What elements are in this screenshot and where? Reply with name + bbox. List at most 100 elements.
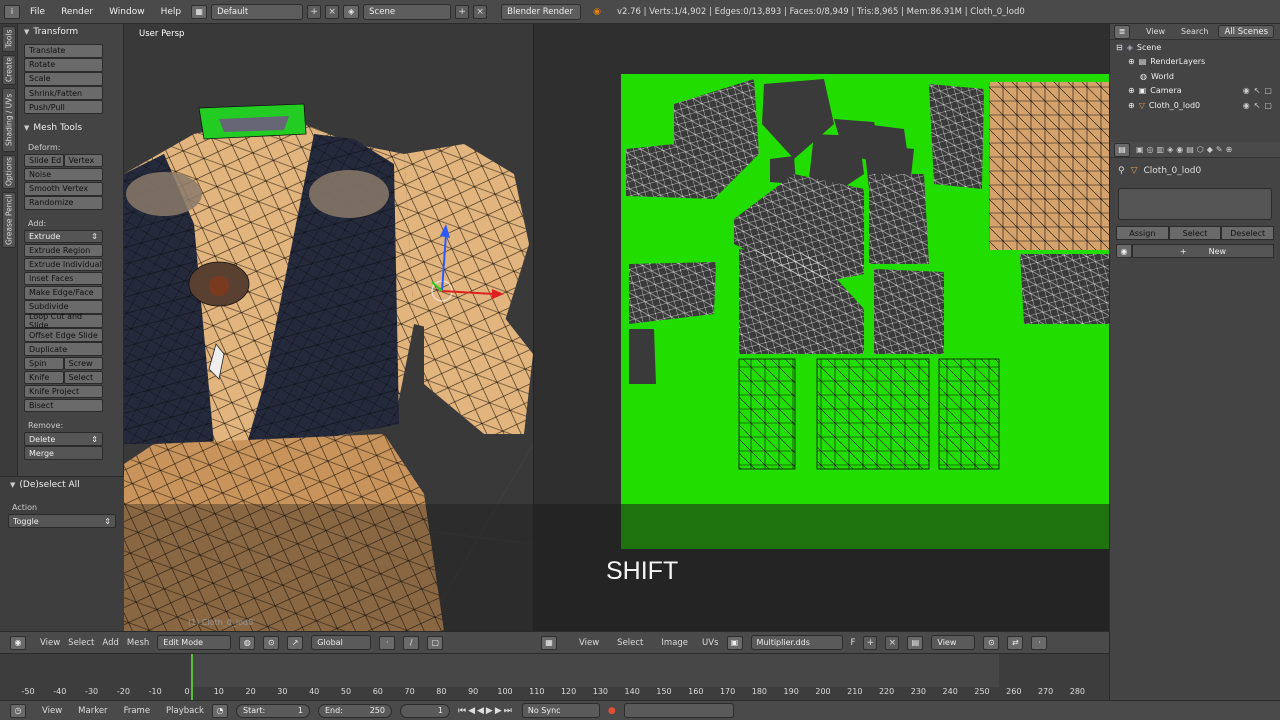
render-engine-dropdown[interactable]: Blender Render (501, 3, 582, 20)
record-icon[interactable]: ● (608, 706, 616, 716)
new-image-button[interactable]: + (863, 635, 878, 650)
uv-image-menu[interactable]: Image (661, 638, 688, 648)
make-edge-face-button[interactable]: Make Edge/Face (24, 286, 103, 300)
outliner-item-scene[interactable]: ⊟ ◈ Scene (1110, 40, 1280, 55)
action-dropdown[interactable]: Toggle ⇕ (8, 514, 116, 528)
viewport-editor-icon[interactable]: ◉ (10, 635, 26, 650)
outliner-view-menu[interactable]: View (1146, 27, 1165, 36)
transform-panel-header[interactable]: ▼ Transform (18, 24, 123, 40)
remove-layout-button[interactable]: × (325, 4, 340, 19)
rotate-button[interactable]: Rotate (24, 58, 103, 72)
scene-dropdown[interactable]: Scene (363, 3, 452, 20)
mode-dropdown[interactable]: Edit Mode (157, 635, 232, 650)
merge-dropdown[interactable]: Merge (24, 446, 103, 460)
scale-button[interactable]: Scale (24, 72, 103, 86)
sync-selection-icon[interactable]: ⇄ (1007, 635, 1024, 650)
expand-icon[interactable]: ⊕ (1128, 86, 1135, 95)
bisect-button[interactable]: Bisect (24, 398, 103, 413)
visibility-eye-icon[interactable]: ◉↖▢ (1243, 101, 1276, 110)
screen-layout-dropdown[interactable]: Default (211, 3, 304, 20)
offset-edge-slide-button[interactable]: Offset Edge Slide (24, 328, 103, 342)
viewport-add-menu[interactable]: Add (102, 638, 118, 648)
tab-grease-pencil[interactable]: Grease Pencil (2, 192, 16, 248)
unlink-image-button[interactable]: × (885, 635, 900, 650)
translate-button[interactable]: Translate (24, 44, 103, 58)
keying-set-field[interactable] (623, 703, 734, 718)
tab-options[interactable]: Options (2, 155, 16, 189)
viewport-select-menu[interactable]: Select (68, 638, 94, 648)
image-browse-icon[interactable]: ▣ (726, 635, 743, 650)
timeline-marker-menu[interactable]: Marker (78, 706, 107, 716)
assign-button[interactable]: Assign (1116, 226, 1169, 240)
outliner-item-camera[interactable]: ⊕ ▣ Camera ◉↖▢ (1110, 84, 1280, 99)
manipulator-icon[interactable]: ↗ (287, 635, 304, 650)
outliner-filter-dropdown[interactable]: All Scenes (1218, 25, 1275, 38)
menu-window[interactable]: Window (103, 7, 151, 17)
uv-image-editor[interactable]: SHIFT (533, 24, 1109, 631)
mode-icon[interactable]: ▤ (907, 635, 924, 650)
outliner-editor-icon[interactable]: ≣ (1114, 24, 1130, 39)
shrink-fatten-button[interactable]: Shrink/Fatten (24, 86, 103, 100)
spin-button[interactable]: Spin (24, 356, 64, 370)
vertex-group-list[interactable] (1118, 188, 1272, 220)
properties-editor-icon[interactable]: ▤ (1114, 142, 1130, 157)
vertex-select-icon[interactable]: · (379, 635, 396, 650)
expand-icon[interactable]: ⊕ (1128, 101, 1135, 110)
sync-mode-dropdown[interactable]: No Sync (521, 703, 600, 718)
timeline-playback-menu[interactable]: Playback (166, 706, 204, 716)
menu-help[interactable]: Help (155, 7, 188, 17)
timeline[interactable]: -50 -40 -30 -20 -10 0 10 20 30 40 50 60 70 80 90 100 110… (0, 653, 1109, 701)
knife-button[interactable]: Knife (24, 370, 64, 385)
uv-uvs-menu[interactable]: UVs (702, 638, 718, 648)
extrude-individual-button[interactable]: Extrude Individual (24, 257, 103, 272)
vertex-select-icon[interactable]: · (1031, 635, 1048, 650)
extrude-region-button[interactable]: Extrude Region (24, 243, 103, 258)
playback-controls[interactable]: ⏮◀◀▶▶⏭ (458, 706, 514, 716)
tab-tools[interactable]: Tools (2, 26, 16, 52)
inset-faces-button[interactable]: Inset Faces (24, 271, 103, 286)
loop-cut-slide-button[interactable]: Loop Cut and Slide (24, 312, 103, 330)
uv-select-menu[interactable]: Select (617, 638, 643, 648)
info-editor-icon[interactable]: i (4, 4, 20, 19)
slide-edge-button[interactable]: Slide Ed (24, 153, 64, 168)
outliner-item-world[interactable]: ◍ World (1110, 69, 1280, 84)
timeline-view-menu[interactable]: View (42, 706, 62, 716)
uv-view-menu[interactable]: View (579, 638, 599, 648)
menu-file[interactable]: File (24, 7, 51, 17)
pivot-icon[interactable]: ⊙ (983, 635, 1000, 650)
tab-shading-uvs[interactable]: Shading / UVs (2, 88, 16, 152)
push-pull-button[interactable]: Push/Pull (24, 100, 103, 114)
fake-user-button[interactable]: F (851, 638, 856, 648)
edge-select-icon[interactable]: / (403, 635, 420, 650)
viewport-view-menu[interactable]: View (40, 638, 60, 648)
duplicate-button[interactable]: Duplicate (24, 342, 103, 356)
deselect-button[interactable]: Deselect (1221, 226, 1275, 240)
timeline-frame-menu[interactable]: Frame (124, 706, 150, 716)
slide-vertex-button[interactable]: Vertex (63, 153, 103, 168)
add-scene-button[interactable]: + (455, 4, 470, 19)
screw-button[interactable]: Screw (63, 356, 103, 370)
knife-project-button[interactable]: Knife Project (24, 384, 103, 399)
noise-button[interactable]: Noise (24, 167, 103, 182)
pin-icon[interactable]: ⚲ (1118, 166, 1125, 176)
expand-icon[interactable]: ⊕ (1128, 57, 1135, 66)
viewport-mesh-menu[interactable]: Mesh (127, 638, 149, 648)
add-layout-button[interactable]: + (307, 4, 322, 19)
remove-scene-button[interactable]: × (473, 4, 488, 19)
end-frame-field[interactable]: End: 250 (317, 703, 392, 718)
mesh-tools-panel-header[interactable]: ▼ Mesh Tools (18, 120, 123, 136)
properties-context-icons[interactable]: ▣◎▥◈◉▤⬡◆✎⊕ (1136, 145, 1235, 154)
material-icon[interactable]: ◉ (1116, 244, 1132, 258)
outliner-search-menu[interactable]: Search (1181, 27, 1208, 36)
menu-render[interactable]: Render (55, 7, 99, 17)
start-frame-field[interactable]: Start: 1 (235, 703, 310, 718)
tab-create[interactable]: Create (2, 55, 16, 85)
visibility-eye-icon[interactable]: ◉↖▢ (1243, 86, 1276, 95)
outliner-item-cloth[interactable]: ⊕ ▽ Cloth_0_lod0 ◉↖▢ (1110, 98, 1280, 113)
expand-icon[interactable]: ⊟ (1116, 43, 1123, 52)
current-frame-field[interactable]: 1 (399, 703, 450, 718)
face-select-icon[interactable]: ▢ (427, 635, 444, 650)
randomize-button[interactable]: Randomize (24, 196, 103, 210)
extrude-dropdown[interactable]: Extrude ⇕ (24, 229, 103, 244)
select-button[interactable]: Select (1168, 226, 1222, 240)
